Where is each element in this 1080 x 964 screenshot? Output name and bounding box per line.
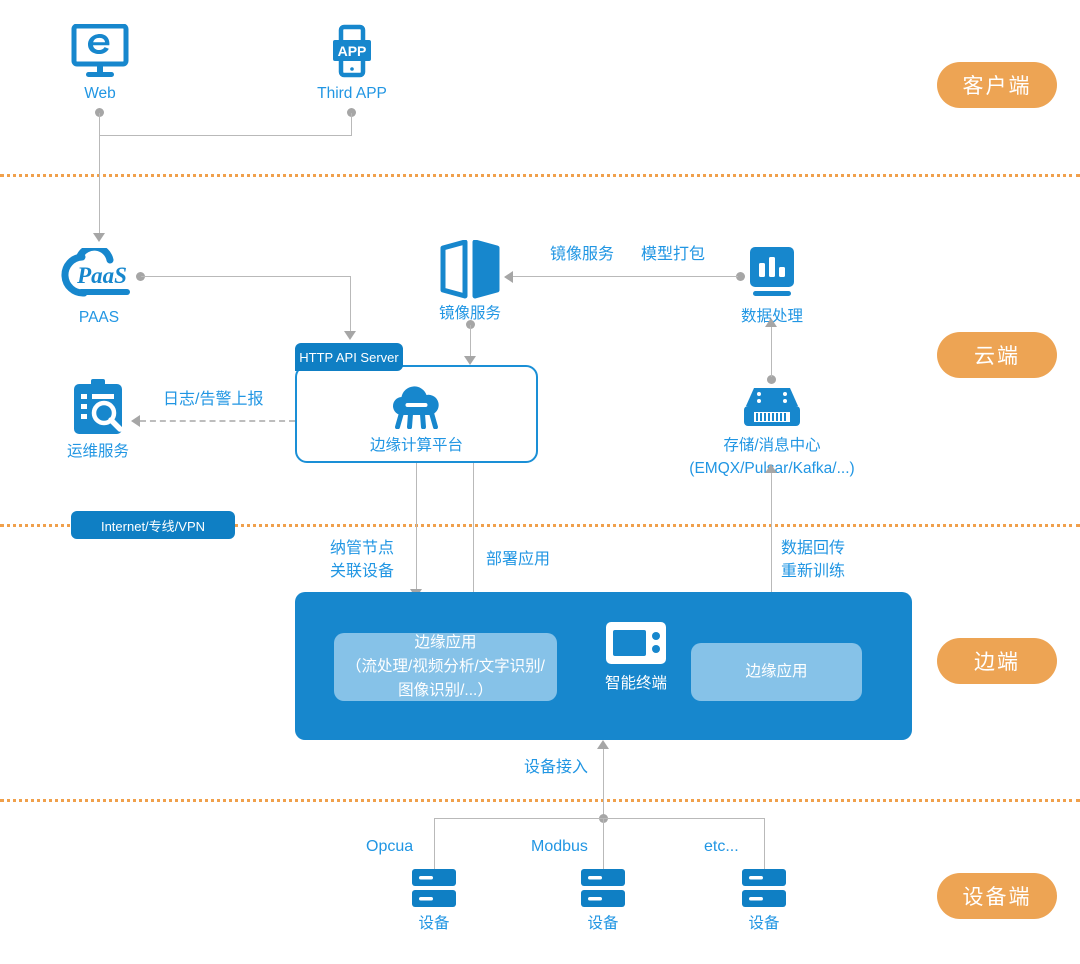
flow-label-device-access: 设备接入: [524, 756, 588, 779]
connector-paas-down: [350, 276, 351, 332]
connector-platform-to-edge-manage: [416, 463, 417, 592]
arrow-client-to-paas: [93, 233, 105, 242]
connector-device-2: [603, 818, 604, 870]
paas-cloud-icon: PaaS: [61, 248, 130, 297]
link-label-text: 日志/告警上报: [163, 391, 264, 408]
protocol-label-opcua: Opcua: [366, 835, 413, 858]
edge-compute-cloud-icon: [392, 386, 439, 429]
architecture-diagram: 客户端 云端 边端 设备端 Web APP Third APP PaaS PAA…: [0, 0, 1080, 964]
smart-terminal-label: 智能终端: [604, 675, 667, 692]
node-label: 设备: [587, 915, 619, 932]
layer-badge-label: 设备端: [962, 886, 1032, 909]
http-api-server-label: HTTP API Server: [299, 349, 399, 365]
connector-web-stub: [99, 113, 100, 135]
connector-mirror-down: [470, 325, 471, 357]
separator-client-cloud: [0, 174, 1080, 177]
flow-label-deploy-app: 部署应用: [486, 548, 550, 571]
arrow-paas-to-api: [344, 331, 356, 340]
svg-text:PaaS: PaaS: [76, 263, 127, 288]
node-device-3[interactable]: 设备: [694, 868, 834, 933]
node-smart-terminal[interactable]: 智能终端: [600, 619, 672, 693]
layer-badge-client: 客户端: [937, 62, 1057, 108]
layer-badge-device: 设备端: [937, 873, 1057, 919]
node-data-processing[interactable]: 数据处理: [702, 245, 842, 326]
flow-label-line2: 重新训练: [781, 563, 846, 580]
layer-badge-cloud: 云端: [937, 332, 1057, 378]
node-label: PAAS: [78, 309, 120, 326]
arrow-data-return: [765, 464, 777, 473]
node-label-line1: 存储/消息中心: [723, 437, 821, 454]
connector-dataproc-to-mirror: [513, 276, 738, 277]
node-device-2[interactable]: 设备: [533, 868, 673, 933]
connector-paas-right: [141, 276, 350, 277]
layer-badge-edge: 边端: [937, 638, 1057, 684]
arrow-log-alarm-to-ops: [131, 415, 140, 427]
edge-app-label: 边缘应用: [745, 663, 808, 680]
connector-client-to-paas: [99, 135, 100, 237]
link-label-text: 镜像服务: [550, 246, 615, 263]
node-label: Third APP: [317, 85, 387, 102]
node-mirror-service[interactable]: 镜像服务: [400, 240, 540, 323]
node-label: 设备: [748, 915, 780, 932]
connector-client-bus: [99, 135, 352, 136]
flow-label-line1: 纳管节点: [330, 540, 395, 557]
link-label-text: 模型打包: [641, 246, 706, 263]
server-rack-icon: [412, 869, 456, 907]
connector-storage-to-dataproc: [771, 325, 772, 377]
link-label-model-package: 模型打包: [641, 243, 705, 266]
protocol-label-text: Opcua: [366, 838, 414, 855]
edge-compute-platform-label: 边缘计算平台: [369, 437, 464, 454]
flow-label-manage-node: 纳管节点 关联设备: [330, 537, 394, 583]
node-web[interactable]: Web: [30, 24, 170, 103]
arrow-storage-to-dataproc: [765, 318, 777, 327]
node-paas[interactable]: PaaS PAAS: [29, 248, 169, 327]
smart-terminal-icon: [606, 622, 666, 664]
link-label-mirror-service: 镜像服务: [550, 243, 614, 266]
flow-label-text: 设备接入: [524, 759, 589, 776]
protocol-label-modbus: Modbus: [531, 835, 588, 858]
server-rack-icon: [581, 869, 625, 907]
http-api-server-tag[interactable]: HTTP API Server: [295, 343, 403, 371]
arrow-mirror-to-platform: [464, 356, 476, 365]
connector-log-alarm-dashed: [140, 420, 295, 422]
edge-app-label: 边缘应用 （流处理/视频分析/文字识别/ 图像识别/...）: [346, 634, 545, 699]
edge-compute-platform-card[interactable]: 边缘计算平台: [295, 365, 538, 463]
flow-label-line2: 关联设备: [330, 563, 395, 580]
monitor-browser-icon: [71, 24, 129, 77]
protocol-label-text: etc...: [704, 838, 739, 855]
connector-edge-to-storage: [771, 472, 772, 594]
connector-device-1: [434, 818, 435, 870]
node-label: 运维服务: [66, 443, 129, 460]
edge-app-simple[interactable]: 边缘应用: [691, 643, 862, 701]
connector-device-3: [764, 818, 765, 870]
data-processing-chart-icon: [750, 247, 794, 296]
protocol-label-etc: etc...: [704, 835, 739, 858]
connector-device-bus: [434, 818, 764, 819]
flow-label-data-return: 数据回传 重新训练: [781, 537, 845, 583]
node-device-1[interactable]: 设备: [364, 868, 504, 933]
edge-app-detailed[interactable]: 边缘应用 （流处理/视频分析/文字识别/ 图像识别/...）: [334, 633, 557, 701]
ops-clipboard-magnifier-icon: [74, 379, 123, 434]
layer-badge-label: 边端: [974, 651, 1020, 674]
mobile-app-icon: APP: [333, 24, 371, 78]
node-third-app[interactable]: APP Third APP: [282, 24, 422, 103]
arrow-device-access: [597, 740, 609, 749]
separator-edge-device: [0, 799, 1080, 802]
network-tag[interactable]: Internet/专线/VPN: [71, 511, 235, 539]
layer-badge-label: 云端: [974, 345, 1020, 368]
layer-badge-label: 客户端: [962, 75, 1032, 98]
network-tag-label: Internet/专线/VPN: [100, 518, 206, 534]
svg-text:APP: APP: [338, 43, 367, 59]
protocol-label-text: Modbus: [531, 838, 588, 855]
connector-third-app-stub: [351, 113, 352, 136]
flow-label-line1: 数据回传: [781, 540, 846, 557]
arrow-to-mirror-service: [504, 271, 513, 283]
storage-message-center-icon: [744, 388, 800, 426]
server-rack-icon: [742, 869, 786, 907]
link-label-log-alarm: 日志/告警上报: [163, 388, 263, 411]
node-label: 设备: [418, 915, 450, 932]
node-label: Web: [84, 85, 116, 102]
mirror-service-icon: [440, 240, 500, 299]
flow-label-text: 部署应用: [486, 551, 551, 568]
